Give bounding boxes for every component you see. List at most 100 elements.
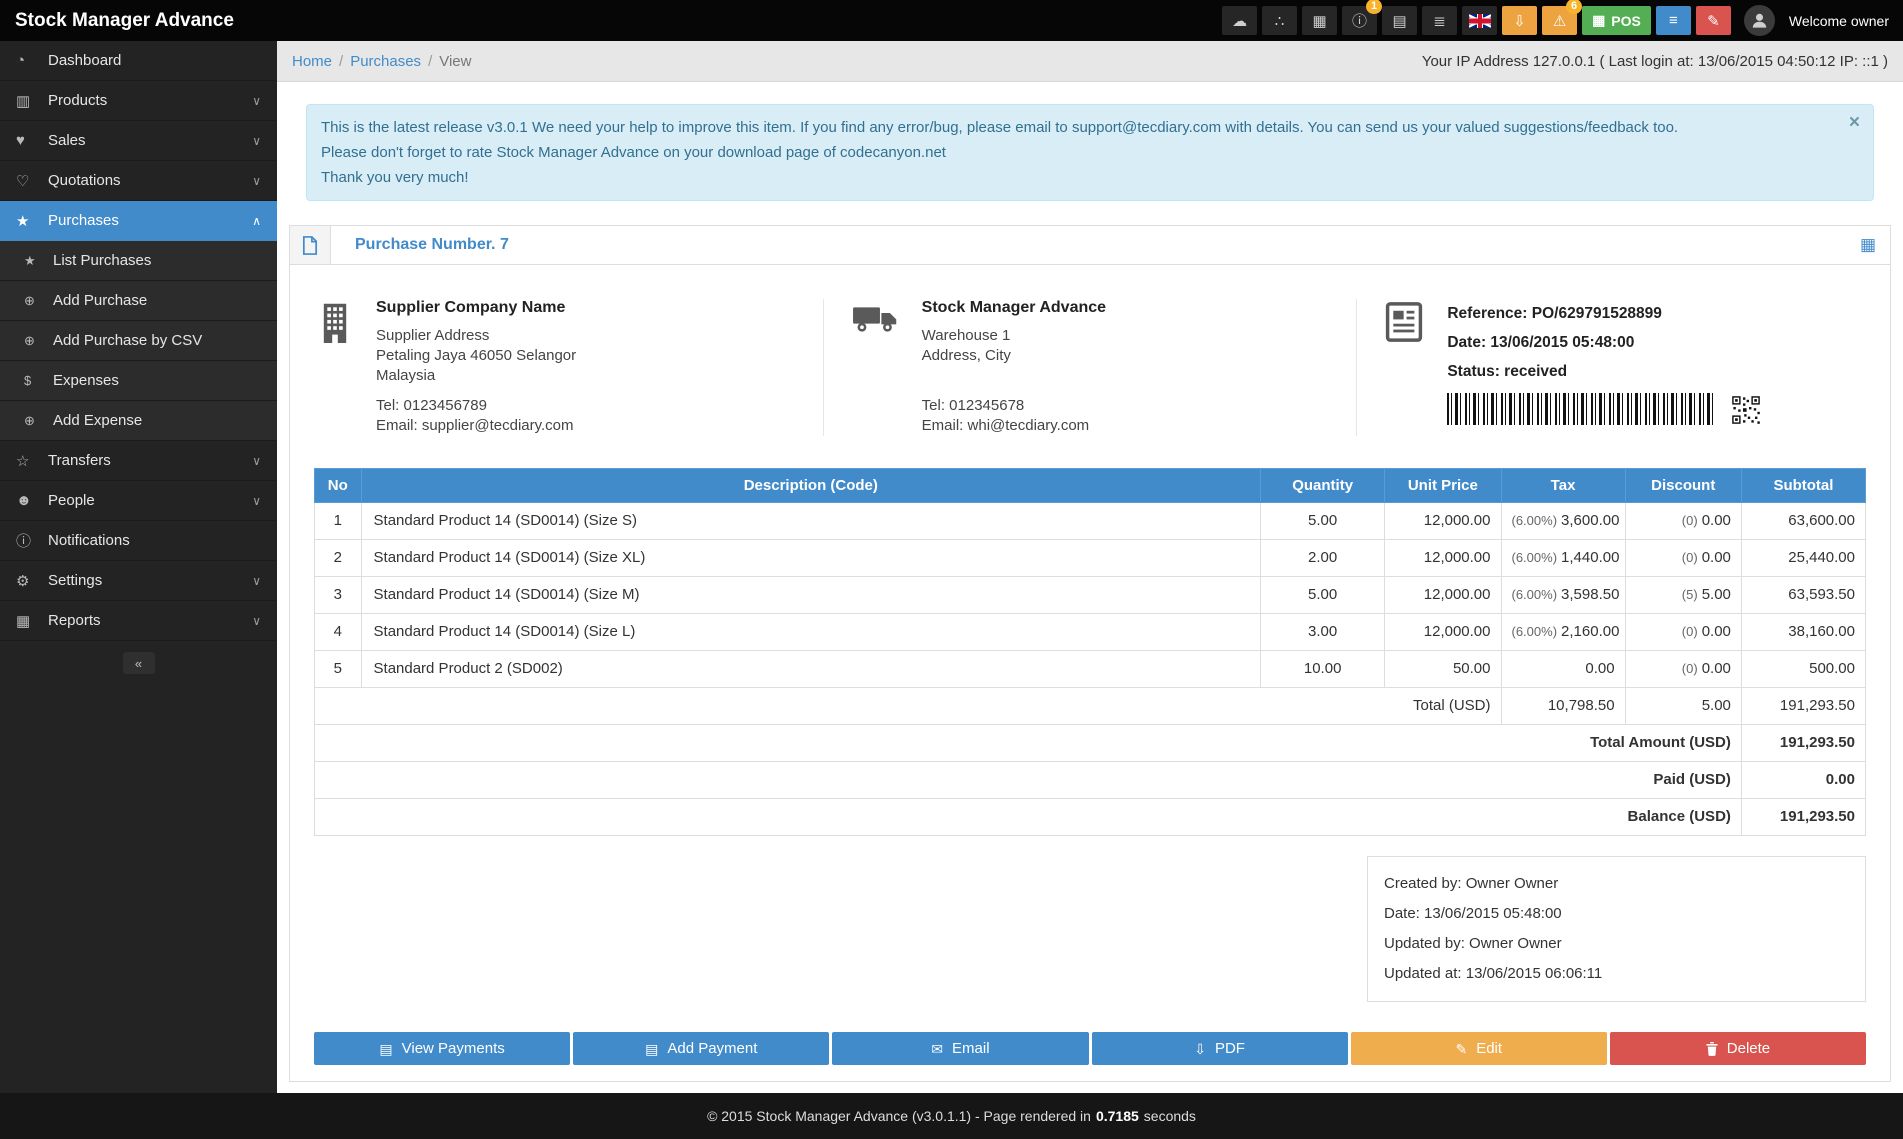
sidebar-item-products[interactable]: ▥ Products ∨ [0,81,277,121]
company-address-2: Address, City [922,346,1106,366]
table-toggle-icon[interactable]: ▦ [1860,235,1876,255]
header-no: No [315,469,362,503]
delete-button[interactable]: Delete [1610,1032,1866,1065]
company-email: Email: whi@tecdiary.com [922,416,1106,436]
release-alert: This is the latest release v3.0.1 We nee… [306,104,1874,201]
footer: © 2015 Stock Manager Advance (v3.0.1.1) … [0,1093,1903,1139]
sidebar-item-add-purchase-csv[interactable]: ⊕ Add Purchase by CSV [0,321,277,361]
share-button[interactable]: ∴ [1262,6,1297,35]
list-button[interactable]: ≡ [1656,6,1691,35]
total-label: Total (USD) [315,688,1502,725]
total-tax: 10,798.50 [1501,688,1625,725]
sidebar-item-label: Add Purchase by CSV [53,332,202,349]
person-icon [1750,11,1769,30]
payments-icon: ▤ [379,1042,392,1056]
sidebar-item-add-purchase[interactable]: ⊕ Add Purchase [0,281,277,321]
quick-edit-button[interactable]: ✎ [1696,6,1731,35]
summary-value: 191,293.50 [1741,725,1865,762]
cell-description: Standard Product 2 (SD002) [361,651,1261,688]
sidebar-item-people[interactable]: ☻ People ∨ [0,481,277,521]
chevron-down-icon: ∨ [252,134,261,148]
company-details: Stock Manager Advance Warehouse 1 Addres… [922,299,1106,436]
company-address-1: Warehouse 1 [922,326,1106,346]
sidebar-item-label: Notifications [48,532,130,549]
calendar-button[interactable]: ▤ [1382,6,1417,35]
users-icon: ☻ [16,492,48,509]
sidebar-collapse-button[interactable]: « [123,652,155,674]
items-table-wrap: No Description (Code) Quantity Unit Pric… [290,468,1890,836]
breadcrumb-home[interactable]: Home [292,53,332,70]
footer-render-time: 0.7185 [1096,1108,1139,1124]
cell-tax: (6.00%)3,600.00 [1501,503,1625,540]
info-icon: ⓘ [1352,10,1367,31]
header-unit-price: Unit Price [1385,469,1501,503]
plus-circle-icon: ⊕ [24,293,53,309]
sidebar-item-add-expense[interactable]: ⊕ Add Expense [0,401,277,441]
supplier-address-1: Supplier Address [376,326,576,346]
star-outline-icon: ☆ [16,452,48,470]
pos-button[interactable]: ▦ POS [1582,6,1651,35]
sidebar-item-list-purchases[interactable]: ★ List Purchases [0,241,277,281]
tax-rate-note: (6.00%) [1512,624,1558,639]
header-description: Description (Code) [361,469,1261,503]
summary-label: Total Amount (USD) [315,725,1742,762]
view-payments-button[interactable]: ▤ View Payments [314,1032,570,1065]
sidebar-item-sales[interactable]: ♥ Sales ∨ [0,121,277,161]
sidebar-item-settings[interactable]: ⚙ Settings ∨ [0,561,277,601]
user-avatar[interactable] [1744,5,1775,36]
database-button[interactable]: ≣ [1422,6,1457,35]
barcode-icon: ▥ [16,92,48,110]
calculator-button[interactable]: ▦ [1302,6,1337,35]
supplier-email: Email: supplier@tecdiary.com [376,416,576,436]
reference-info: Reference: PO/629791528899 Date: 13/06/2… [1356,299,1890,436]
cloud-button[interactable]: ☁ [1222,6,1257,35]
sidebar-item-label: People [48,492,95,509]
cell-quantity: 3.00 [1261,614,1385,651]
discount-note: (0) [1682,550,1698,565]
sidebar-item-transfers[interactable]: ☆ Transfers ∨ [0,441,277,481]
page-title: Purchase Number. 7 [355,236,509,254]
sidebar-item-reports[interactable]: ▦ Reports ∨ [0,601,277,641]
barcode [1447,393,1717,425]
breadcrumb-separator: / [339,53,343,70]
header-tax: Tax [1501,469,1625,503]
table-total-row: Total (USD) 10,798.50 5.00 191,293.50 [315,688,1866,725]
sidebar-item-notifications[interactable]: ⓘ Notifications [0,521,277,561]
cell-quantity: 10.00 [1261,651,1385,688]
grid-icon: ▦ [1592,12,1605,29]
add-payment-button[interactable]: ▤ Add Payment [573,1032,829,1065]
cell-unit-price: 12,000.00 [1385,540,1501,577]
summary-value: 0.00 [1741,762,1865,799]
sidebar-item-expenses[interactable]: $ Expenses [0,361,277,401]
sidebar-item-dashboard[interactable]: ◔ Dashboard [0,41,277,81]
company-tel: Tel: 012345678 [922,396,1106,416]
alerts-button[interactable]: ⚠ 6 [1542,6,1577,35]
sidebar-item-purchases[interactable]: ★ Purchases ∧ [0,201,277,241]
language-button[interactable] [1462,6,1497,35]
discount-note: (0) [1682,624,1698,639]
edit-button[interactable]: ✎ Edit [1351,1032,1607,1065]
table-row: 1 Standard Product 14 (SD0014) (Size S) … [315,503,1866,540]
breadcrumb-purchases[interactable]: Purchases [350,53,421,70]
alerts-badge: 6 [1566,0,1582,14]
cell-discount: (5)5.00 [1625,577,1741,614]
heart-outline-icon: ♡ [16,172,48,190]
pdf-button[interactable]: ⇩ PDF [1092,1032,1348,1065]
plus-circle-icon: ⊕ [24,413,53,429]
ip-info: Your IP Address 127.0.0.1 ( Last login a… [1422,53,1888,70]
sidebar-item-quotations[interactable]: ♡ Quotations ∨ [0,161,277,201]
sidebar-item-label: Dashboard [48,52,121,69]
footer-text: © 2015 Stock Manager Advance (v3.0.1.1) … [707,1108,1091,1124]
breadcrumb-separator: / [428,53,432,70]
info-button[interactable]: ⓘ 1 [1342,6,1377,35]
sidebar-item-label: List Purchases [53,252,151,269]
summary-row-balance: Balance (USD) 191,293.50 [315,799,1866,836]
download-button[interactable]: ⇩ [1502,6,1537,35]
uk-flag-icon [1469,14,1491,28]
close-icon[interactable]: × [1849,110,1860,135]
total-discount: 5.00 [1625,688,1741,725]
summary-label: Paid (USD) [315,762,1742,799]
delete-label: Delete [1727,1040,1770,1057]
email-button[interactable]: ✉ Email [832,1032,1088,1065]
cell-tax: (6.00%)3,598.50 [1501,577,1625,614]
